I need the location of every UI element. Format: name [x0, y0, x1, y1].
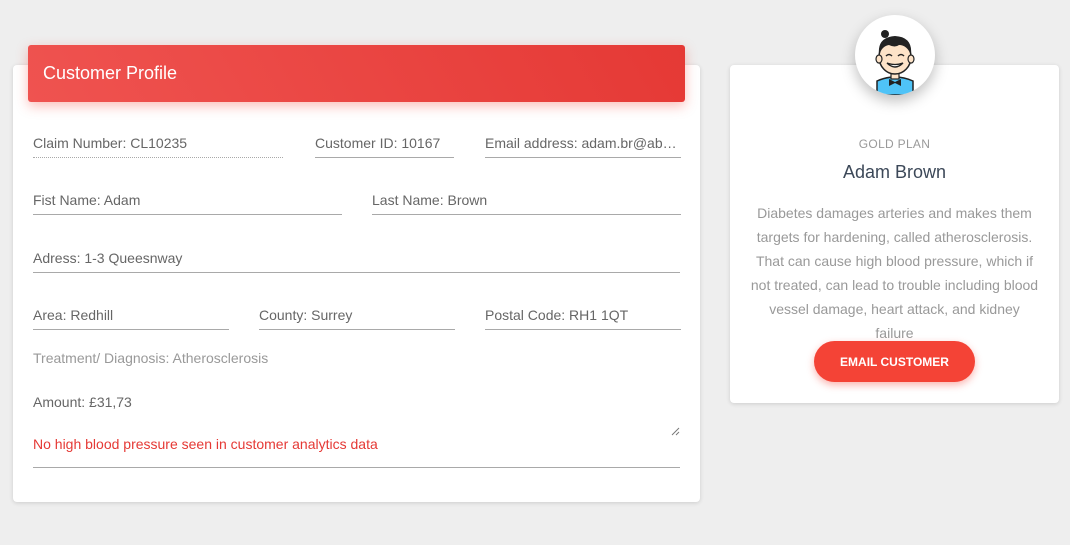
customer-id-field[interactable]: Customer ID: 10167 [315, 135, 454, 158]
textarea-underline [33, 467, 680, 468]
claim-number-field[interactable]: Claim Number: CL10235 [33, 135, 283, 158]
last-name-field[interactable]: Last Name: Brown [372, 192, 681, 215]
customer-name: Adam Brown [842, 162, 947, 182]
county-field[interactable]: County: Surrey [259, 307, 455, 330]
treatment-diagnosis-label: Treatment/ Diagnosis: Atherosclerosis [33, 350, 269, 366]
card-header: Customer Profile [28, 45, 685, 102]
resize-handle-icon[interactable] [670, 426, 680, 436]
diagnosis-description: Diabetes damages arteries and makes them… [750, 205, 1039, 341]
email-field[interactable]: Email address: adam.br@abc.com [485, 135, 681, 158]
amount-label: Amount: £31,73 [33, 394, 132, 410]
avatar [855, 15, 935, 95]
card-title: Customer Profile [43, 63, 178, 83]
plan-label: GOLD PLAN [858, 137, 931, 151]
postal-code-field[interactable]: Postal Code: RH1 1QT [485, 307, 681, 330]
cartoon-boy-avatar-icon [875, 30, 915, 95]
first-name-field[interactable]: Fist Name: Adam [33, 192, 342, 215]
area-field[interactable]: Area: Redhill [33, 307, 229, 330]
address-field[interactable]: Adress: 1-3 Queesnway [33, 250, 680, 273]
email-customer-button[interactable]: EMAIL CUSTOMER [814, 341, 975, 382]
analytics-note-textarea[interactable]: No high blood pressure seen in customer … [33, 436, 378, 452]
